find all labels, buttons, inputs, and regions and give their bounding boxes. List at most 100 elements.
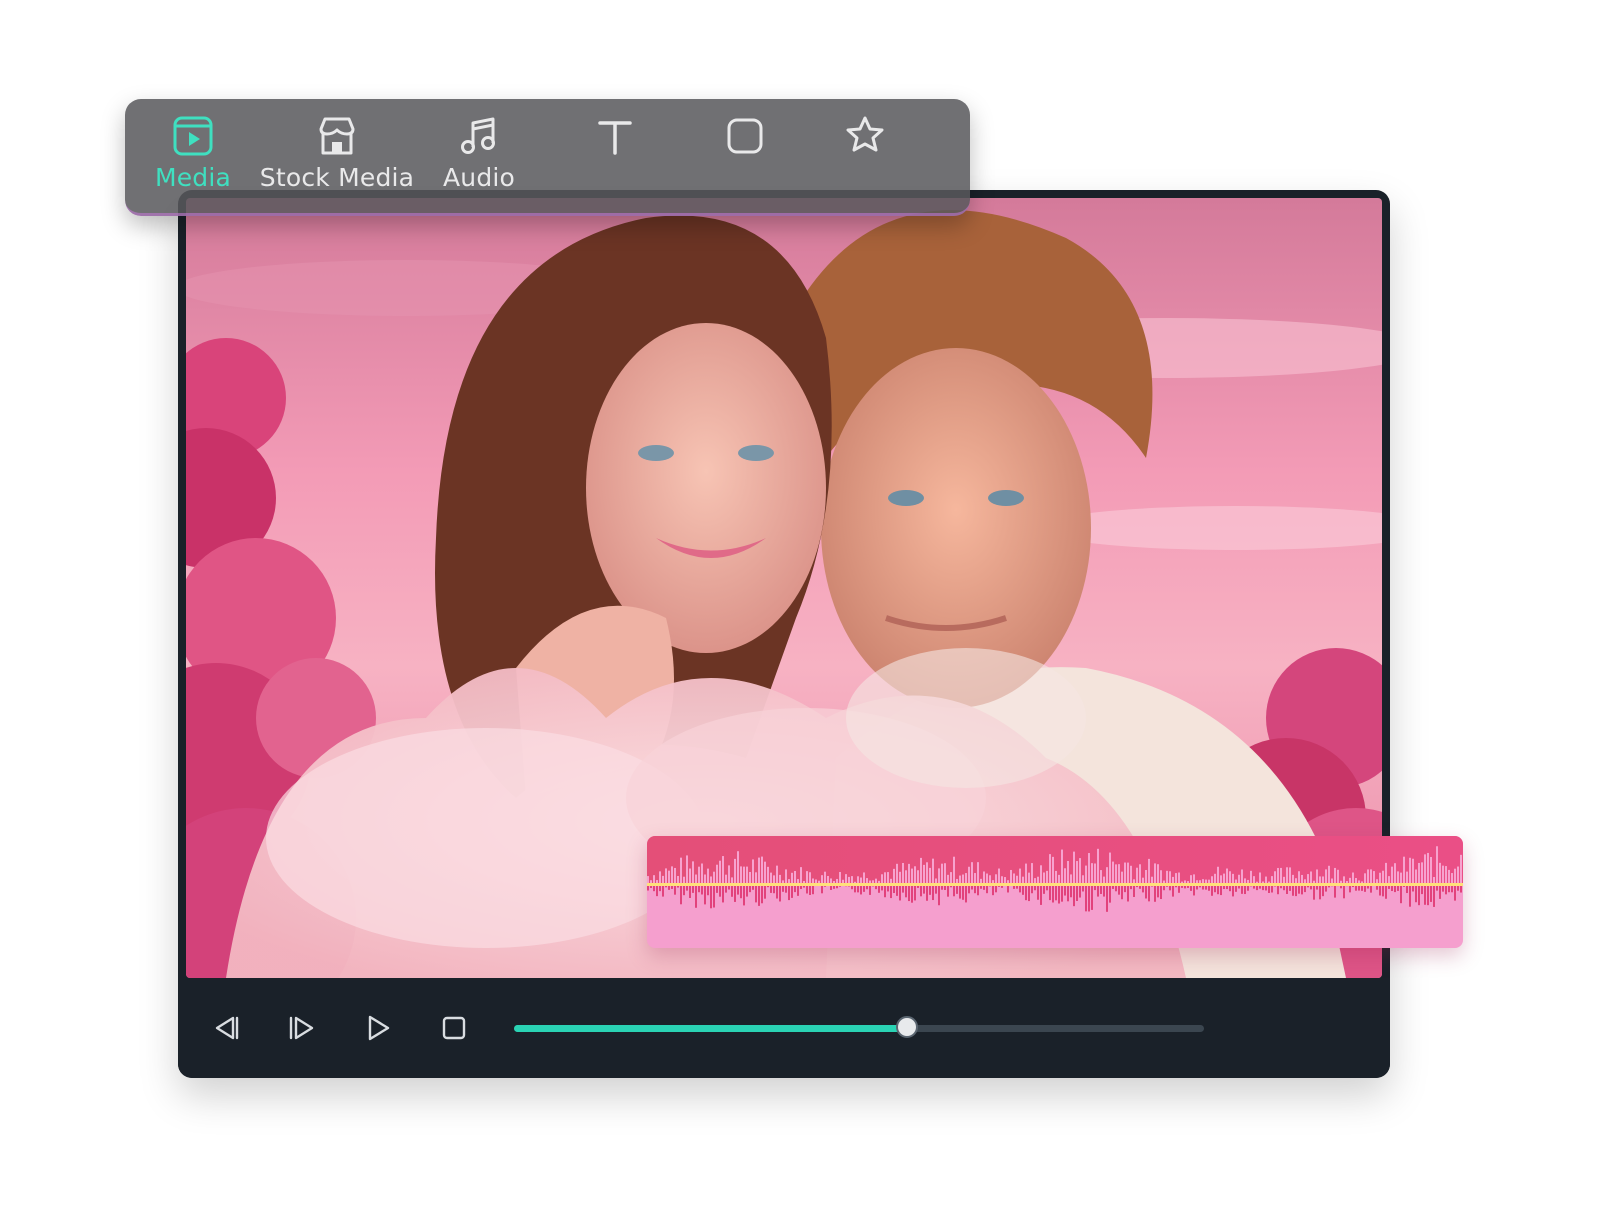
waveform-bar: [1052, 884, 1054, 903]
waveform-bar: [1061, 884, 1063, 902]
waveform-bar: [959, 884, 961, 899]
waveform-bar: [1040, 884, 1042, 905]
waveform-bar: [1118, 864, 1120, 884]
waveform-bar: [686, 855, 688, 884]
waveform-bar: [1334, 884, 1336, 898]
waveform-bar: [1148, 884, 1150, 902]
waveform-bar: [707, 868, 709, 884]
waveform-bar: [1085, 865, 1087, 884]
waveform-bar: [1088, 853, 1090, 884]
waveform-bar: [752, 859, 754, 884]
waveform-bar: [1412, 858, 1414, 884]
waveform-bar: [1109, 884, 1111, 903]
waveform-bar: [1415, 869, 1417, 884]
waveform-bar: [776, 865, 778, 884]
progress-bar[interactable]: [514, 1016, 1204, 1038]
progress-handle[interactable]: [896, 1016, 919, 1038]
waveform-bar: [800, 867, 802, 884]
next-frame-button[interactable]: [280, 1006, 324, 1050]
stop-button[interactable]: [432, 1006, 476, 1050]
waveform-bar: [1088, 884, 1090, 912]
text-icon: [598, 121, 632, 155]
play-button[interactable]: [356, 1006, 400, 1050]
tab-audio-label: Audio: [442, 163, 516, 192]
waveform-bar: [1145, 884, 1147, 899]
volume-line[interactable]: [647, 883, 1463, 886]
waveform-bar: [1367, 869, 1369, 884]
waveform-bar: [668, 870, 670, 884]
waveform-bar: [680, 884, 682, 905]
waveform-bar: [1217, 866, 1219, 884]
waveform: [647, 846, 1462, 912]
waveform-bar: [1010, 869, 1012, 884]
waveform-bar: [1091, 863, 1093, 884]
waveform-bar: [1097, 848, 1099, 884]
waveform-bar: [1439, 884, 1441, 899]
waveform-bar: [1277, 867, 1279, 884]
waveform-bar: [737, 851, 739, 884]
tab-stickers[interactable]: [715, 113, 775, 203]
waveform-bar: [758, 884, 760, 906]
waveform-bar: [791, 884, 793, 898]
waveform-bar: [1127, 862, 1129, 884]
waveform-bar: [785, 869, 787, 884]
tab-stock-media[interactable]: Stock Media: [257, 113, 417, 203]
waveform-bar: [1445, 866, 1447, 884]
media-toolbar: Media Stock Media Audio: [125, 99, 970, 216]
waveform-bar: [689, 884, 691, 898]
waveform-bar: [911, 884, 913, 903]
previous-frame-button[interactable]: [204, 1006, 248, 1050]
waveform-bar: [713, 884, 715, 908]
waveform-bar: [998, 868, 1000, 884]
effects-icon: [846, 116, 884, 152]
play-icon: [368, 1015, 390, 1041]
tab-text[interactable]: [585, 113, 645, 203]
waveform-bar: [1370, 869, 1372, 884]
waveform-bar: [1157, 864, 1159, 884]
waveform-bar: [1076, 884, 1078, 901]
waveform-bar: [1067, 884, 1069, 902]
waveform-bar: [1025, 863, 1027, 884]
waveform-bar: [1409, 884, 1411, 907]
waveform-bar: [689, 868, 691, 884]
waveform-bar: [761, 856, 763, 884]
waveform-bar: [1160, 870, 1162, 884]
waveform-bar: [926, 884, 928, 901]
waveform-bar: [758, 857, 760, 884]
waveform-bar: [1136, 867, 1138, 884]
stock-media-icon: [319, 117, 355, 155]
waveform-bar: [1328, 865, 1330, 884]
waveform-bar: [1385, 884, 1387, 899]
waveform-bar: [1313, 884, 1315, 900]
waveform-bar: [692, 861, 694, 884]
waveform-bar: [1454, 868, 1456, 884]
tab-media[interactable]: Media: [147, 113, 239, 203]
waveform-bar: [929, 867, 931, 884]
waveform-bar: [1430, 856, 1432, 884]
waveform-bar: [1316, 869, 1318, 884]
waveform-bar: [1100, 870, 1102, 884]
waveform-bar: [1319, 884, 1321, 900]
waveform-bar: [1052, 856, 1054, 884]
waveform-bar: [1067, 860, 1069, 884]
waveform-bar: [674, 867, 676, 884]
waveform-bar: [893, 868, 895, 884]
waveform-bar: [779, 884, 781, 902]
waveform-bar: [719, 860, 721, 884]
waveform-bar: [1427, 852, 1429, 884]
waveform-bar: [1385, 862, 1387, 884]
waveform-bar: [902, 862, 904, 884]
waveform-bar: [1073, 884, 1075, 907]
tab-audio[interactable]: Audio: [431, 113, 527, 203]
waveform-bar: [1130, 865, 1132, 884]
waveform-bar: [1073, 851, 1075, 884]
waveform-bar: [968, 866, 970, 884]
waveform-bar: [701, 863, 703, 884]
waveform-bar: [920, 857, 922, 884]
tab-effects[interactable]: [835, 113, 895, 203]
waveform-bar: [1400, 884, 1402, 904]
waveform-bar: [1280, 867, 1282, 884]
waveform-bar: [761, 884, 763, 904]
waveform-bar: [743, 866, 745, 884]
audio-waveform-clip[interactable]: [647, 836, 1463, 948]
